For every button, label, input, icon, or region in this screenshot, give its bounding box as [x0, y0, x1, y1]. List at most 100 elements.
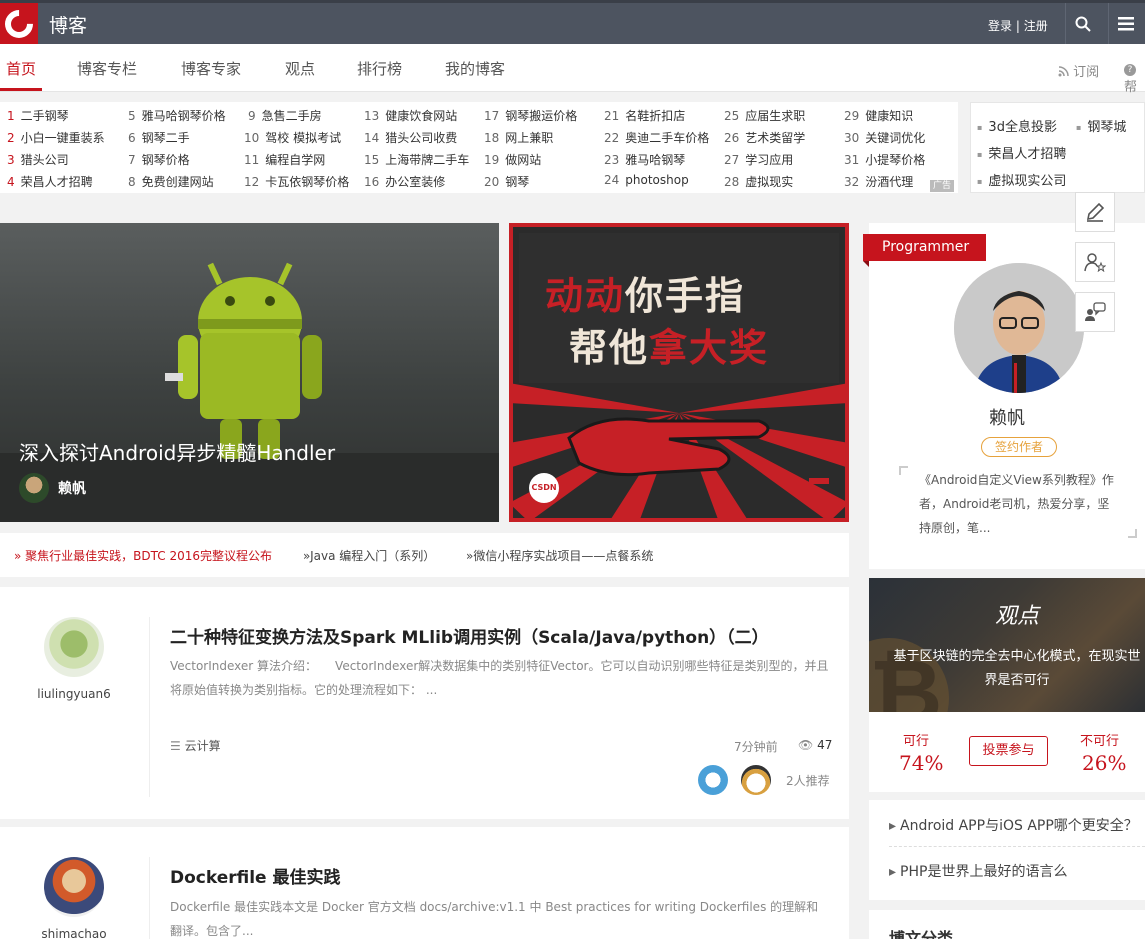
ad-keyword[interactable]: 22 奥迪二手车价格: [604, 129, 709, 146]
ad-keyword[interactable]: 30 关键词优化: [844, 129, 925, 146]
ad-keyword[interactable]: 19 做网站: [484, 151, 541, 168]
ad-side-keyword[interactable]: 3d全息投影: [977, 116, 1057, 135]
article-category[interactable]: ☰ 云计算: [170, 737, 221, 754]
article-title[interactable]: Dockerfile 最佳实践: [170, 863, 341, 888]
feature-title[interactable]: 深入探讨Android异步精髓Handler: [19, 437, 335, 466]
ad-keyword[interactable]: 7 钢琴价格: [128, 151, 190, 168]
menu-icon: [1117, 16, 1134, 30]
article-time: 7分钟前: [734, 740, 778, 754]
csdn-logo[interactable]: [0, 3, 39, 44]
article-views: 👁 47: [798, 738, 833, 752]
ad-keyword[interactable]: 18 网上兼职: [484, 129, 553, 146]
message-button[interactable]: [1075, 292, 1115, 332]
viewpoint-question[interactable]: 基于区块链的完全去中心化模式，在现实世界是否可行: [889, 645, 1145, 693]
ad-keyword[interactable]: 23 雅马哈钢琴: [604, 151, 685, 168]
subscribe-label: 订阅: [1073, 65, 1100, 80]
qa-item[interactable]: Android APP与iOS APP哪个更安全？: [889, 815, 1138, 835]
ad-keyword[interactable]: 25 应届生求职: [724, 107, 805, 124]
ad-side-keyword[interactable]: 钢琴城: [1076, 116, 1126, 135]
ad-keyword[interactable]: 16 办公室装修: [364, 173, 445, 190]
ad-side-keyword[interactable]: 荣昌人才招聘: [977, 143, 1066, 162]
ad-keyword[interactable]: 28 虚拟现实: [724, 173, 793, 190]
ad-keyword[interactable]: 21 名鞋折扣店: [604, 107, 685, 124]
username[interactable]: shimachao: [24, 927, 124, 939]
tab-rankings[interactable]: 排行榜: [357, 58, 402, 79]
help-link[interactable]: ? 帮: [1124, 61, 1145, 95]
vote-button[interactable]: 投票参与: [969, 736, 1048, 766]
profile-photo: [954, 263, 1084, 393]
ad-keyword[interactable]: 20 钢琴: [484, 173, 529, 190]
user-avatar[interactable]: [44, 857, 104, 917]
username[interactable]: liulingyuan6: [24, 687, 124, 701]
headline-link[interactable]: »Java 编程入门（系列）: [303, 547, 435, 564]
login-link[interactable]: 登录: [988, 19, 1012, 33]
write-button[interactable]: [1075, 192, 1115, 232]
ad-keyword[interactable]: 27 学习应用: [724, 151, 793, 168]
article-summary: VectorIndexer 算法介绍： VectorIndexer解决数据集中的…: [170, 659, 829, 697]
ad-keyword[interactable]: 12 卡瓦依钢琴价格: [244, 173, 349, 190]
tab-home[interactable]: 首页: [6, 58, 36, 79]
ad-keyword[interactable]: 17 钢琴搬运价格: [484, 107, 577, 124]
search-button[interactable]: [1065, 3, 1099, 44]
tab-columns[interactable]: 博客专栏: [77, 58, 137, 79]
ad-side-box: 3d全息投影 钢琴城 荣昌人才招聘 虚拟现实公司: [970, 102, 1145, 193]
follow-button[interactable]: [1075, 242, 1115, 282]
tab-experts[interactable]: 博客专家: [181, 58, 241, 79]
quote-open-icon: [899, 466, 908, 475]
article-card: liulingyuan6 二十种特征变换方法及Spark MLlib调用实例（S…: [0, 587, 849, 819]
article-title[interactable]: 二十种特征变换方法及Spark MLlib调用实例（Scala/Java/pyt…: [170, 623, 769, 648]
ad-keyword[interactable]: 8 免费创建网站: [128, 173, 214, 190]
vote-yes-label: 可行: [903, 734, 930, 749]
ad-keyword[interactable]: 6 钢琴二手: [128, 129, 190, 146]
ad-keyword[interactable]: 29 健康知识: [844, 107, 913, 124]
ad-keyword[interactable]: 4 荣昌人才招聘: [7, 173, 93, 190]
divider: [149, 857, 150, 939]
headline-link[interactable]: »微信小程序实战项目——点餐系统: [466, 547, 653, 564]
ad-keyword[interactable]: 5 雅马哈钢琴价格: [128, 107, 226, 124]
list-icon: ☰: [170, 739, 181, 753]
user-avatar[interactable]: [44, 617, 104, 677]
brand-title: 博客: [49, 15, 88, 37]
feature-banner-promo[interactable]: 动动你手指 帮他拿大奖 CSDN: [509, 223, 849, 522]
qa-divider: [889, 846, 1145, 847]
help-icon: ?: [1124, 64, 1136, 76]
recommender-avatar[interactable]: [698, 765, 728, 795]
register-link[interactable]: 注册: [1024, 19, 1048, 33]
subscribe-link[interactable]: 订阅: [1058, 61, 1099, 80]
auth-separator: |: [1015, 19, 1020, 33]
profile-name[interactable]: 赖帆: [869, 404, 1145, 430]
ad-keyword[interactable]: 32 汾酒代理: [844, 173, 913, 190]
ad-keyword[interactable]: 13 健康饮食网站: [364, 107, 457, 124]
ad-keyword-grid: 1 二手钢琴 2 小白一键重装系 3 猎头公司 4 荣昌人才招聘 5 雅马哈钢琴价格 6钢…: [0, 102, 958, 193]
ad-keyword[interactable]: 11 编程自学网: [244, 151, 325, 168]
ad-keyword[interactable]: 26 艺术类留学: [724, 129, 805, 146]
profile-ribbon: Programmer: [863, 234, 986, 267]
ad-keyword[interactable]: 24 photoshop: [604, 173, 689, 187]
ad-keyword[interactable]: 1 二手钢琴: [7, 107, 69, 124]
tab-my-blog[interactable]: 我的博客: [445, 58, 505, 79]
ad-keyword[interactable]: 15 上海带牌二手车: [364, 151, 469, 168]
ad-keyword[interactable]: 14 猎头公司收费: [364, 129, 457, 146]
feature-banner-android[interactable]: 深入探讨Android异步精髓Handler 赖帆: [0, 223, 499, 522]
ad-side-keyword[interactable]: 虚拟现实公司: [977, 170, 1066, 189]
profile-bio: 《Android自定义View系列教程》作者，Android老司机，热爱分享，坚…: [919, 473, 1114, 535]
qa-item[interactable]: PHP是世界上最好的语言么: [889, 861, 1067, 881]
recommender-avatar[interactable]: [741, 765, 771, 795]
menu-button[interactable]: [1108, 3, 1142, 44]
active-tab-underline: [0, 88, 42, 91]
feature-author[interactable]: 赖帆: [58, 478, 86, 498]
tab-viewpoints[interactable]: 观点: [285, 58, 315, 79]
author-avatar[interactable]: [19, 473, 49, 503]
recommend-count: 2人推荐: [786, 774, 830, 788]
ad-keyword[interactable]: 3 猎头公司: [7, 151, 69, 168]
promo-line-2: 帮他拿大奖: [569, 326, 770, 370]
csdn-badge: CSDN: [529, 473, 559, 503]
headline-link[interactable]: » 聚焦行业最佳实践，BDTC 2016完整议程公布: [14, 547, 272, 564]
ad-keyword[interactable]: 2 小白一键重装系: [7, 129, 105, 146]
ad-keyword[interactable]: 10 驾校 模拟考试: [244, 129, 341, 146]
ad-keyword[interactable]: 31 小提琴价格: [844, 151, 925, 168]
profile-avatar[interactable]: [954, 263, 1084, 393]
vote-yes-percent: 74%: [899, 751, 944, 775]
ad-label: 广告: [930, 180, 955, 192]
ad-keyword[interactable]: 9 急售二手房: [248, 107, 322, 124]
